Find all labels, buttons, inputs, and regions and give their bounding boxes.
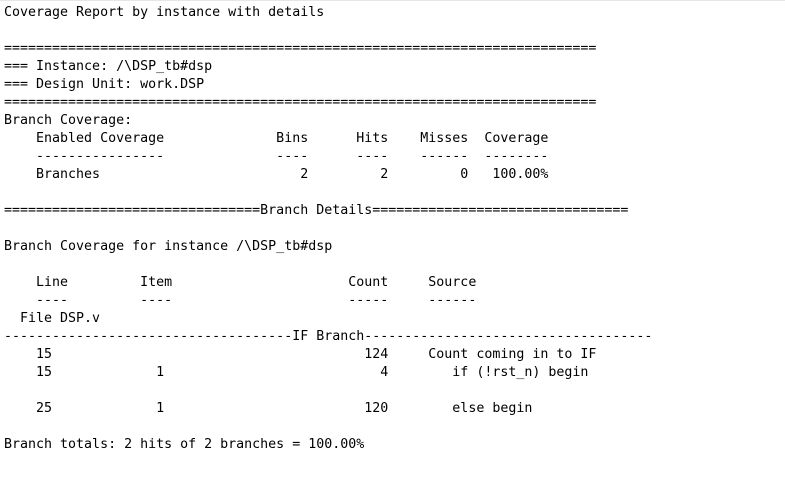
table-row: 15 1 4 if (!rst_n) begin [4,365,589,380]
top-border [0,0,785,1]
separator-line: ========================================… [4,41,597,56]
details-dash-row: ---- ---- ----- ------ [4,293,485,308]
table-row: 25 1 120 else begin [4,401,533,416]
coverage-branches-row: Branches 2 2 0 100.00% [4,167,549,182]
separator-line: ========================================… [4,95,597,110]
file-row: File DSP.v [4,311,101,326]
branch-instance-heading: Branch Coverage for instance /\DSP_tb#ds… [4,239,333,254]
branch-details-banner: ================================Branch D… [4,203,629,218]
details-header-row: Line Item Count Source [4,275,485,290]
coverage-header-row: Enabled Coverage Bins Hits Misses Covera… [4,131,549,146]
if-branch-banner: ------------------------------------IF B… [4,329,653,344]
design-unit-line: === Design Unit: work.DSP [4,77,205,92]
branch-totals: Branch totals: 2 hits of 2 branches = 10… [4,437,365,452]
report-title: Coverage Report by instance with details [4,5,325,20]
branch-coverage-heading: Branch Coverage: [4,113,133,128]
coverage-dash-row: ---------------- ---- ---- ------ ------… [4,149,549,164]
coverage-report: Coverage Report by instance with details… [4,4,652,454]
instance-line: === Instance: /\DSP_tb#dsp [4,59,213,74]
table-row: 15 124 Count coming in to IF [4,347,597,362]
